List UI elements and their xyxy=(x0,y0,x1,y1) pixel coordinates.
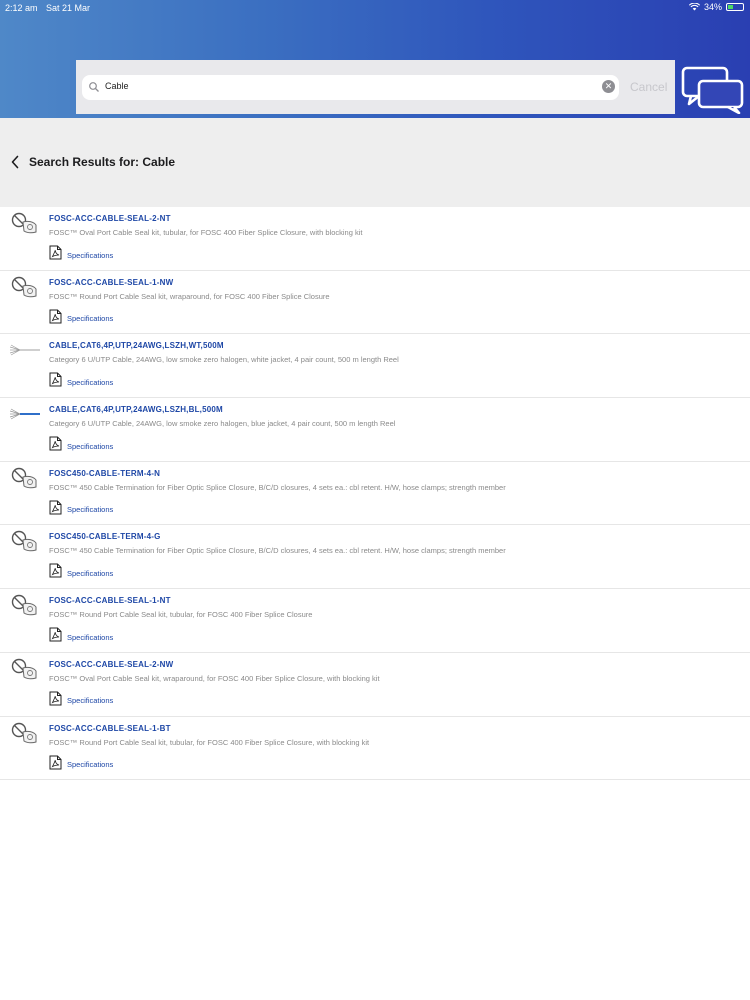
results-list: FOSC-ACC-CABLE-SEAL-2-NT FOSC™ Oval Port … xyxy=(0,207,750,781)
pdf-icon xyxy=(49,245,62,265)
result-item[interactable]: FOSC450-CABLE-TERM-4-G FOSC™ 450 Cable Te… xyxy=(0,525,750,590)
specifications-label[interactable]: Specifications xyxy=(67,251,113,260)
result-item[interactable]: FOSC-ACC-CABLE-SEAL-1-BT FOSC™ Round Port… xyxy=(0,717,750,781)
search-icon xyxy=(89,82,99,92)
product-description: FOSC™ 450 Cable Termination for Fiber Op… xyxy=(49,482,506,492)
product-description: FOSC™ Round Port Cable Seal kit, tubular… xyxy=(49,610,313,620)
result-item[interactable]: CABLE,CAT6,4P,UTP,24AWG,LSZH,WT,500M Cate… xyxy=(0,334,750,399)
specifications-label[interactable]: Specifications xyxy=(67,569,113,578)
specifications-link[interactable]: Specifications xyxy=(49,436,113,456)
specifications-label[interactable]: Specifications xyxy=(67,633,113,642)
cancel-button[interactable]: Cancel xyxy=(630,80,667,94)
product-thumbnail xyxy=(9,338,40,362)
specifications-link[interactable]: Specifications xyxy=(49,309,113,329)
product-description: FOSC™ 450 Cable Termination for Fiber Op… xyxy=(49,546,506,556)
specifications-link[interactable]: Specifications xyxy=(49,245,113,265)
result-item[interactable]: FOSC-ACC-CABLE-SEAL-1-NW FOSC™ Round Port… xyxy=(0,271,750,335)
pdf-icon xyxy=(49,563,62,583)
status-bar: 2:12 am Sat 21 Mar 34% xyxy=(0,0,750,16)
search-panel: Cable ✕ Cancel xyxy=(76,60,675,114)
result-item[interactable]: CABLE,CAT6,4P,UTP,24AWG,LSZH,BL,500M Cate… xyxy=(0,398,750,462)
result-item[interactable]: FOSC-ACC-CABLE-SEAL-2-NT FOSC™ Oval Port … xyxy=(0,207,750,271)
page-title: Search Results for: Cable xyxy=(29,155,176,169)
wifi-icon xyxy=(688,3,700,11)
specifications-label[interactable]: Specifications xyxy=(67,760,113,769)
title-bar: Search Results for: Cable xyxy=(0,118,750,207)
battery-percent: 34% xyxy=(703,2,722,12)
clear-search-icon[interactable]: ✕ xyxy=(602,80,615,93)
search-input[interactable]: Cable ✕ xyxy=(82,75,619,100)
product-code[interactable]: CABLE,CAT6,4P,UTP,24AWG,LSZH,BL,500M xyxy=(49,405,223,414)
specifications-label[interactable]: Specifications xyxy=(67,314,113,323)
status-date: Sat 21 Mar xyxy=(46,3,91,13)
specifications-label[interactable]: Specifications xyxy=(67,378,113,387)
product-description: FOSC™ Round Port Cable Seal kit, tubular… xyxy=(49,737,370,747)
pdf-icon xyxy=(49,755,62,775)
product-thumbnail xyxy=(10,721,40,745)
product-thumbnail xyxy=(10,593,40,617)
product-description: Category 6 U/UTP Cable, 24AWG, low smoke… xyxy=(49,419,396,429)
product-description: FOSC™ Oval Port Cable Seal kit, wraparou… xyxy=(49,673,380,683)
product-code[interactable]: FOSC450-CABLE-TERM-4-N xyxy=(49,469,160,478)
status-time: 2:12 am xyxy=(5,3,38,13)
product-code[interactable]: FOSC-ACC-CABLE-SEAL-2-NT xyxy=(49,214,171,223)
back-chevron-icon[interactable] xyxy=(10,155,20,169)
product-code[interactable]: FOSC-ACC-CABLE-SEAL-1-NW xyxy=(49,278,173,287)
product-thumbnail xyxy=(10,657,40,681)
specifications-link[interactable]: Specifications xyxy=(49,755,113,775)
product-thumbnail xyxy=(10,529,40,553)
chat-icon[interactable] xyxy=(681,64,745,114)
product-code[interactable]: FOSC-ACC-CABLE-SEAL-1-BT xyxy=(49,724,171,733)
result-item[interactable]: FOSC450-CABLE-TERM-4-N FOSC™ 450 Cable Te… xyxy=(0,462,750,526)
result-item[interactable]: FOSC-ACC-CABLE-SEAL-2-NW FOSC™ Oval Port … xyxy=(0,653,750,717)
pdf-icon xyxy=(49,627,62,647)
product-thumbnail xyxy=(10,275,40,299)
specifications-label[interactable]: Specifications xyxy=(67,696,113,705)
pdf-icon xyxy=(49,309,62,329)
specifications-link[interactable]: Specifications xyxy=(49,500,113,520)
battery-icon xyxy=(726,3,744,11)
status-indicators: 34% xyxy=(688,2,744,12)
product-code[interactable]: FOSC-ACC-CABLE-SEAL-1-NT xyxy=(49,596,171,605)
specifications-label[interactable]: Specifications xyxy=(67,505,113,514)
specifications-link[interactable]: Specifications xyxy=(49,563,113,583)
product-description: FOSC™ Oval Port Cable Seal kit, tubular,… xyxy=(49,228,363,237)
app-header: 2:12 am Sat 21 Mar 34% Cable ✕ Cancel xyxy=(0,0,750,118)
pdf-icon xyxy=(49,436,62,456)
specifications-label[interactable]: Specifications xyxy=(67,442,113,451)
product-description: Category 6 U/UTP Cable, 24AWG, low smoke… xyxy=(49,355,399,365)
specifications-link[interactable]: Specifications xyxy=(49,372,113,392)
pdf-icon xyxy=(49,500,62,520)
product-thumbnail xyxy=(9,402,40,426)
product-description: FOSC™ Round Port Cable Seal kit, wraparo… xyxy=(49,291,330,301)
product-code[interactable]: FOSC450-CABLE-TERM-4-G xyxy=(49,532,161,541)
product-code[interactable]: CABLE,CAT6,4P,UTP,24AWG,LSZH,WT,500M xyxy=(49,341,224,350)
result-item[interactable]: FOSC-ACC-CABLE-SEAL-1-NT FOSC™ Round Port… xyxy=(0,589,750,653)
product-thumbnail xyxy=(10,466,40,490)
product-code[interactable]: FOSC-ACC-CABLE-SEAL-2-NW xyxy=(49,660,173,669)
specifications-link[interactable]: Specifications xyxy=(49,627,113,647)
search-query: Cable xyxy=(105,81,129,91)
product-thumbnail xyxy=(10,211,40,235)
pdf-icon xyxy=(49,691,62,711)
specifications-link[interactable]: Specifications xyxy=(49,691,113,711)
pdf-icon xyxy=(49,372,62,392)
